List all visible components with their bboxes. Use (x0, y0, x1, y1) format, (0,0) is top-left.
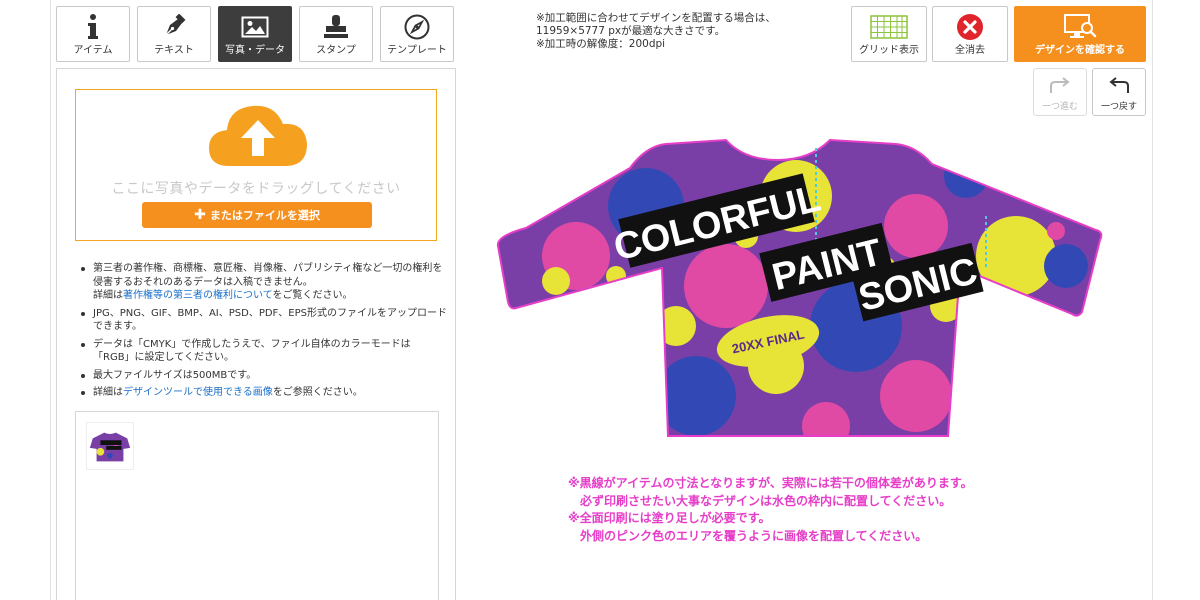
tab-stamp[interactable]: スタンプ (299, 6, 373, 62)
close-circle-icon (933, 12, 1007, 42)
resolution-note-line-2: 11959×5777 pxが最適な大きさです。 (536, 25, 726, 37)
undo-icon (1093, 73, 1145, 99)
stamp-icon (300, 12, 372, 42)
pen-icon (138, 12, 210, 42)
tab-photo-data-label: 写真・データ (225, 45, 285, 56)
uploaded-images-area (75, 411, 439, 600)
plus-icon: ✚ (194, 207, 206, 223)
confirm-design-button[interactable]: デザインを確認する (1014, 6, 1146, 62)
tab-text[interactable]: テキスト (137, 6, 211, 62)
note-copyright-prefix: 詳細は (93, 290, 123, 301)
copyright-rights-link[interactable]: 著作権等の第三者の権利について (123, 290, 273, 301)
print-guide-notes: ※黒線がアイテムの寸法となりますが、実際には若干の個体差があります。 必ず印刷さ… (568, 475, 973, 545)
resolution-note-line-3: ※加工時の解像度：200dpi (536, 38, 666, 50)
confirm-design-label: デザインを確認する (1035, 45, 1125, 56)
frame-divider-right (1152, 0, 1153, 600)
info-icon (57, 12, 129, 42)
tab-item-label: アイテム (73, 45, 113, 56)
print-guide-line-3: ※全面印刷には塗り足しが必要です。 (568, 511, 771, 525)
grid-toggle-button[interactable]: グリッド表示 (851, 6, 927, 62)
tab-photo-data[interactable]: 写真・データ (218, 6, 292, 62)
note-color-mode: データは「CMYK」で作成したうえで、ファイル自体のカラーモードは「RGB」に設… (77, 338, 447, 365)
note-usable-images: 詳細はデザインツールで使用できる画像をご参照ください。 (77, 386, 447, 400)
tab-template[interactable]: テンプレート (380, 6, 454, 62)
frame-divider-left (50, 0, 51, 600)
cloud-upload-icon (209, 105, 307, 166)
compass-icon (381, 12, 453, 42)
uploaded-image-thumbnail[interactable] (86, 422, 134, 470)
note-copyright: 第三者の著作権、商標権、意匠権、肖像権、パブリシティ権など一切の権利を侵害するお… (77, 262, 447, 303)
note-max-size: 最大ファイルサイズは500MBです。 (77, 369, 447, 383)
note-copyright-suffix: をご覧ください。 (272, 290, 353, 301)
upload-panel: ここに写真やデータをドラッグしてください ✚ またはファイルを選択 第三者の著作… (56, 68, 456, 600)
print-guide-line-4: 外側のピンク色のエリアを覆うように画像を配置してください。 (580, 528, 928, 543)
note-images-suffix: をご参照ください。 (272, 387, 363, 398)
grid-toggle-label: グリッド表示 (859, 45, 919, 56)
tab-item[interactable]: アイテム (56, 6, 130, 62)
redo-button[interactable]: 一つ進む (1033, 68, 1087, 116)
print-guide-line-2: 必ず印刷させたい大事なデザインは水色の枠内に配置してください。 (580, 493, 952, 508)
usable-images-link[interactable]: デザインツールで使用できる画像 (123, 387, 273, 398)
print-guide-line-1: ※黒線がアイテムの寸法となりますが、実際には若干の個体差があります。 (568, 476, 973, 490)
undo-button[interactable]: 一つ戻す (1092, 68, 1146, 116)
grid-icon (852, 12, 926, 42)
design-tool-app: アイテム テキスト 写真・データ スタンプ テンプレート ※加工範囲に合わせてデ… (0, 0, 1200, 600)
resolution-note-line-1: ※加工範囲に合わせてデザインを配置する場合は、 (536, 12, 776, 24)
tab-template-label: テンプレート (387, 45, 447, 56)
upload-dropzone[interactable]: ここに写真やデータをドラッグしてください ✚ またはファイルを選択 (75, 89, 437, 241)
redo-label: 一つ進む (1041, 102, 1078, 112)
monitor-search-icon (1015, 12, 1145, 42)
image-icon (219, 12, 291, 42)
select-file-button[interactable]: ✚ またはファイルを選択 (142, 202, 372, 228)
note-formats: JPG、PNG、GIF、BMP、AI、PSD、PDF、EPS形式のファイルをアッ… (77, 307, 447, 334)
upload-notes: 第三者の著作権、商標権、意匠権、肖像権、パブリシティ権など一切の権利を侵害するお… (77, 262, 447, 404)
undo-label: 一つ戻す (1100, 102, 1137, 112)
design-canvas[interactable]: COLORFUL PAINT SONIC 20XX FINAL (496, 136, 1120, 444)
note-images-prefix: 詳細は (93, 387, 123, 398)
resolution-note: ※加工範囲に合わせてデザインを配置する場合は、 11959×5777 pxが最適… (536, 12, 776, 51)
clear-all-button[interactable]: 全消去 (932, 6, 1008, 62)
clear-all-label: 全消去 (955, 45, 985, 56)
note-copyright-text: 第三者の著作権、商標権、意匠権、肖像権、パブリシティ権など一切の権利を侵害するお… (93, 263, 443, 288)
redo-icon (1034, 73, 1086, 99)
select-file-label: またはファイルを選択 (209, 209, 320, 222)
dropzone-hint: ここに写真やデータをドラッグしてください (111, 181, 401, 197)
tab-text-label: テキスト (154, 45, 194, 56)
tab-stamp-label: スタンプ (316, 45, 356, 56)
